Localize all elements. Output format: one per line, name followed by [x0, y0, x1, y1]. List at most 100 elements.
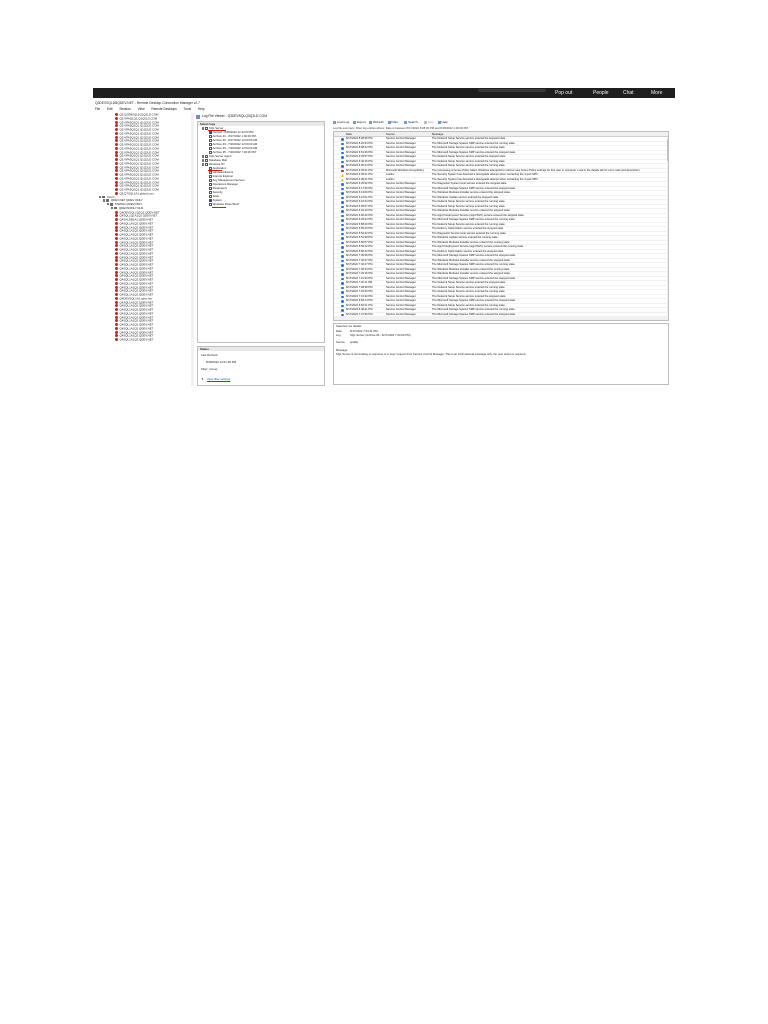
- source-value: spid9s: [350, 340, 359, 344]
- load-log-button[interactable]: Load Log: [333, 120, 349, 124]
- expand-toggle-icon[interactable]: [111, 206, 114, 210]
- tree-server-node[interactable]: Q4SQL1A1Q2.QDEV.NET: [115, 338, 153, 342]
- log-value: SQL Server (Archive #4 - 8/17/2022 7:00:…: [350, 333, 411, 337]
- disconnected-server-icon: [115, 128, 118, 131]
- menu-file[interactable]: File: [95, 107, 100, 111]
- expand-toggle-icon[interactable]: [202, 159, 205, 162]
- log-checkbox[interactable]: [209, 171, 212, 174]
- select-logs-pane: Select logs SQL Server Current - 8/18/202…: [197, 121, 325, 343]
- log-checkbox[interactable]: [209, 179, 212, 182]
- scrollbar-thumb[interactable]: [667, 139, 668, 161]
- meeting-bar-indicator: [478, 89, 546, 92]
- status-pane: Status Last Refresh: 8/18/2022 12:51:39 …: [197, 346, 325, 386]
- expand-toggle-icon[interactable]: [202, 155, 205, 158]
- tree-scrollbar[interactable]: [191, 113, 194, 386]
- disconnected-server-icon: [115, 210, 118, 214]
- disconnected-server-icon: [115, 139, 118, 143]
- error-icon: [341, 169, 344, 173]
- log-checkbox[interactable]: [205, 163, 208, 166]
- menu-help[interactable]: Help: [198, 107, 205, 111]
- menu-session[interactable]: Session: [119, 107, 130, 111]
- info-icon: [341, 241, 344, 245]
- pop-out-button[interactable]: Pop out: [555, 90, 572, 96]
- grid-horizontal-scrollbar[interactable]: [334, 317, 667, 320]
- disconnected-server-icon: [115, 113, 118, 116]
- disconnected-server-icon: [115, 293, 118, 296]
- info-icon: [341, 187, 344, 191]
- info-icon: [341, 196, 344, 200]
- log-checkbox[interactable]: [209, 203, 212, 206]
- server-group-icon: [110, 203, 114, 206]
- disconnected-server-icon: [115, 330, 118, 334]
- disconnected-server-icon: [115, 173, 118, 176]
- info-icon: [341, 300, 344, 303]
- log-checkbox[interactable]: [209, 143, 212, 146]
- tree-node-label: Q4SQL1A1Q2.QDEV.NET: [119, 337, 154, 342]
- disconnected-server-icon: [115, 135, 118, 139]
- refresh-button[interactable]: Refresh: [369, 120, 384, 124]
- log-viewer-title: Log File Viewer - Q3DEVSQLQ3Q2LD.COM: [194, 113, 324, 120]
- info-icon: [341, 277, 344, 281]
- tree-server-node[interactable]: Q5.Q7SQL1A1.global.com: [115, 191, 154, 196]
- info-icon: [341, 268, 344, 272]
- expand-toggle-icon[interactable]: [99, 195, 102, 198]
- disconnected-server-icon: [115, 315, 118, 319]
- info-icon: [341, 138, 344, 141]
- log-checkbox[interactable]: [209, 147, 212, 150]
- info-icon: [341, 223, 344, 227]
- info-icon: [341, 192, 344, 195]
- export-button[interactable]: Export: [353, 120, 366, 124]
- log-checkbox[interactable]: [209, 131, 212, 134]
- disconnected-server-icon: [115, 120, 118, 124]
- expand-toggle-icon[interactable]: [103, 199, 106, 202]
- log-checkbox[interactable]: [209, 139, 212, 142]
- chat-button[interactable]: Chat: [623, 90, 634, 96]
- help-icon: [437, 120, 441, 124]
- search-button[interactable]: Search...: [404, 120, 420, 124]
- search-icon: [404, 120, 408, 124]
- expand-toggle-icon[interactable]: [202, 163, 205, 166]
- log-checkbox[interactable]: [209, 151, 212, 154]
- warning-icon: [341, 178, 344, 182]
- log-checkbox[interactable]: [209, 175, 212, 178]
- info-icon: [341, 264, 344, 267]
- disconnected-server-icon: [115, 266, 118, 270]
- disconnected-server-icon: [115, 274, 118, 278]
- log-checkbox[interactable]: [209, 191, 212, 194]
- log-viewer-icon: [196, 114, 200, 119]
- expand-toggle-icon[interactable]: [202, 127, 205, 130]
- menu-view[interactable]: View: [138, 107, 145, 111]
- column-source[interactable]: Source: [386, 132, 395, 137]
- info-icon: [341, 160, 344, 164]
- disconnected-server-icon: [115, 308, 118, 311]
- row-details-pane: Selected row details: Date 8/17/2022 7:3…: [333, 323, 669, 385]
- view-filter-settings-link[interactable]: View filter settings: [207, 377, 230, 381]
- status-header: Status: [198, 347, 324, 351]
- stop-button[interactable]: Stop: [423, 120, 434, 124]
- disconnected-server-icon: [115, 263, 118, 266]
- info-icon: [341, 210, 344, 213]
- expand-toggle-icon[interactable]: [107, 203, 110, 206]
- log-checkbox[interactable]: [205, 159, 208, 162]
- people-button[interactable]: People: [593, 90, 609, 96]
- disconnected-server-icon: [115, 248, 118, 251]
- log-label: Log: [336, 333, 341, 337]
- menu-edit[interactable]: Edit: [107, 107, 113, 111]
- more-button[interactable]: More: [651, 90, 662, 96]
- column-date[interactable]: Date: [346, 132, 352, 137]
- disconnected-server-icon: [115, 214, 118, 218]
- log-checkbox[interactable]: [209, 199, 212, 202]
- log-checkbox[interactable]: [209, 187, 212, 190]
- grid-vertical-scrollbar[interactable]: [667, 137, 668, 320]
- disconnected-server-icon: [115, 146, 118, 150]
- menu-tools[interactable]: Tools: [184, 107, 191, 111]
- column-message[interactable]: Message: [432, 132, 443, 137]
- log-checkbox[interactable]: [209, 195, 212, 198]
- disconnected-server-icon: [115, 323, 118, 326]
- filter-button[interactable]: Filter...: [387, 120, 400, 124]
- log-checkbox[interactable]: [209, 183, 212, 186]
- menu-remote-desktops[interactable]: Remote Desktops: [151, 107, 176, 111]
- log-checkbox[interactable]: [209, 135, 212, 138]
- log-checkbox[interactable]: [205, 155, 208, 158]
- help-button[interactable]: Help: [437, 120, 448, 124]
